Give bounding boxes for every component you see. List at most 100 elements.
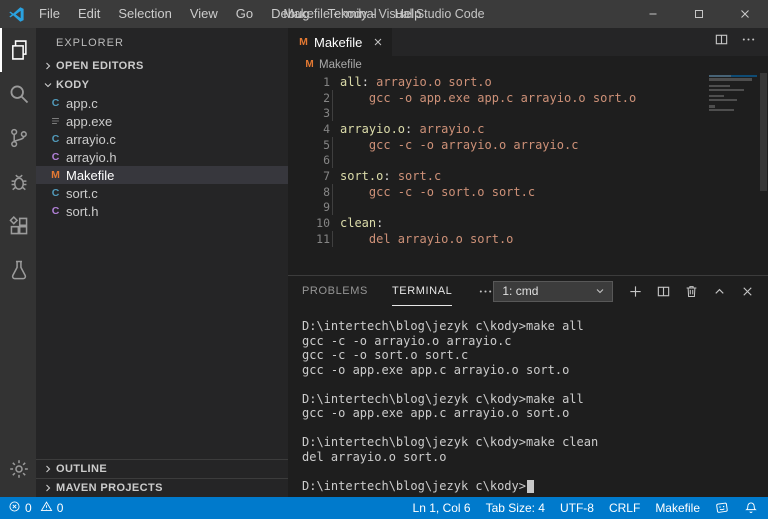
terminal-line: D:\intertech\blog\jezyk c\kody>make all bbox=[302, 391, 584, 406]
code-line[interactable]: 7 sort.o: sort.c bbox=[288, 168, 768, 184]
window-controls bbox=[630, 0, 768, 28]
split-terminal-button[interactable] bbox=[656, 284, 671, 299]
breadcrumb[interactable]: M Makefile bbox=[288, 56, 768, 73]
file-item-sort.c[interactable]: Csort.c bbox=[36, 184, 288, 202]
status-encoding[interactable]: UTF-8 bbox=[560, 501, 594, 515]
minimap[interactable] bbox=[709, 75, 757, 112]
file-item-app.exe[interactable]: app.exe bbox=[36, 112, 288, 130]
menu-view[interactable]: View bbox=[181, 0, 227, 28]
chevron-right-icon bbox=[40, 461, 56, 477]
terminal-line: D:\intertech\blog\jezyk c\kody>make clea… bbox=[302, 435, 599, 449]
status-feedback[interactable] bbox=[715, 501, 729, 515]
makefile-icon: M bbox=[51, 169, 60, 181]
code-line[interactable]: 6 bbox=[288, 152, 768, 168]
status-bar: 0 0 Ln 1, Col 6 Tab Size: 4 UTF-8 CRLF Makef… bbox=[0, 497, 768, 519]
terminal-selector-dropdown[interactable]: 1: cmd bbox=[493, 280, 613, 302]
panel-more-icon[interactable] bbox=[478, 284, 493, 299]
chevron-right-icon bbox=[40, 480, 56, 496]
panel-tab-problems[interactable]: PROBLEMS bbox=[302, 276, 368, 306]
code-text: sort.o: sort.c bbox=[340, 168, 442, 183]
open-editors-section[interactable]: OPEN EDITORS bbox=[36, 56, 288, 75]
split-editor-icon[interactable] bbox=[714, 32, 729, 52]
maximize-panel-button[interactable] bbox=[712, 284, 727, 299]
code-line[interactable]: 4 arrayio.o: arrayio.c bbox=[288, 121, 768, 137]
file-item-Makefile[interactable]: M Makefile bbox=[36, 166, 288, 184]
panel-actions bbox=[613, 284, 768, 299]
title-bar: File Edit Selection View Go Debug Terminal Help… bbox=[0, 0, 768, 28]
minimap-bar bbox=[709, 105, 716, 108]
file-item-sort.h[interactable]: Csort.h bbox=[36, 202, 288, 220]
file-label: sort.c bbox=[66, 185, 98, 201]
menu-file[interactable]: File bbox=[30, 0, 69, 28]
file-item-app.c[interactable]: Capp.c bbox=[36, 94, 288, 112]
status-language-mode[interactable]: Makefile bbox=[655, 501, 700, 515]
error-icon bbox=[8, 500, 21, 516]
file-label: Makefile bbox=[66, 167, 115, 183]
file-item-arrayio.h[interactable]: Carrayio.h bbox=[36, 148, 288, 166]
section-maven-projects[interactable]: MAVEN PROJECTS bbox=[36, 478, 288, 497]
status-cursor-position[interactable]: Ln 1, Col 6 bbox=[413, 501, 471, 515]
code-line[interactable]: 11 del arrayio.o sort.o bbox=[288, 230, 768, 247]
code-text: gcc -c -o sort.o sort.c bbox=[340, 184, 536, 199]
file-label: arrayio.h bbox=[66, 149, 117, 165]
menu-selection[interactable]: Selection bbox=[109, 0, 180, 28]
minimap-line bbox=[709, 75, 757, 78]
terminal-line: gcc -o app.exe app.c arrayio.o sort.o bbox=[302, 362, 570, 377]
terminal-line: gcc -o app.exe app.c arrayio.o sort.o bbox=[302, 406, 570, 420]
minimap-line bbox=[709, 78, 757, 81]
tab-close-icon[interactable] bbox=[372, 36, 384, 48]
status-tab-size[interactable]: Tab Size: 4 bbox=[486, 501, 545, 515]
minimize-button[interactable] bbox=[630, 0, 676, 28]
status-eol[interactable]: CRLF bbox=[609, 501, 640, 515]
gear-icon bbox=[8, 458, 30, 480]
code-text: gcc -o app.exe app.c arrayio.o sort.o bbox=[340, 90, 637, 105]
new-terminal-button[interactable] bbox=[628, 284, 643, 299]
terminal-cursor bbox=[526, 479, 534, 493]
code-line[interactable]: 8 gcc -c -o sort.o sort.c bbox=[288, 183, 768, 200]
activity-manage[interactable] bbox=[0, 447, 36, 491]
vscode-logo-icon bbox=[8, 6, 25, 23]
file-item-arrayio.c[interactable]: Carrayio.c bbox=[36, 130, 288, 148]
maximize-button[interactable] bbox=[676, 0, 722, 28]
activity-source-control[interactable] bbox=[0, 116, 36, 160]
test-flask-icon bbox=[8, 259, 30, 281]
menu-go[interactable]: Go bbox=[227, 0, 262, 28]
status-notifications[interactable] bbox=[744, 501, 758, 515]
tab-label: Makefile bbox=[314, 34, 363, 50]
folder-section-kody[interactable]: KODY bbox=[36, 75, 288, 94]
tab-makefile[interactable]: M Makefile bbox=[288, 28, 393, 56]
code-text: clean: bbox=[340, 216, 384, 231]
activity-extensions[interactable] bbox=[0, 204, 36, 248]
code-line[interactable]: 2 gcc -o app.exe app.c arrayio.o sort.o bbox=[288, 89, 768, 106]
activity-debug[interactable] bbox=[0, 160, 36, 204]
panel-tab-terminal[interactable]: TERMINAL bbox=[391, 276, 453, 306]
terminal-line: gcc -c -o arrayio.o arrayio.c bbox=[302, 333, 512, 348]
code-line[interactable]: 3 bbox=[288, 105, 768, 121]
minimap-bar bbox=[709, 88, 744, 91]
line-number: 5 bbox=[323, 137, 330, 152]
activity-test[interactable] bbox=[0, 248, 36, 292]
activity-search[interactable] bbox=[0, 72, 36, 116]
chevron-down-icon bbox=[594, 285, 606, 297]
close-window-button[interactable] bbox=[722, 0, 768, 28]
terminal-output[interactable]: D:\intertech\blog\jezyk c\kody>make all g… bbox=[288, 306, 768, 497]
activity-explorer[interactable] bbox=[0, 28, 36, 72]
minimap-bar bbox=[709, 75, 732, 78]
code-line[interactable]: 10 clean: bbox=[288, 215, 768, 231]
menu-edit[interactable]: Edit bbox=[69, 0, 109, 28]
warning-icon bbox=[40, 500, 53, 516]
close-panel-button[interactable] bbox=[740, 284, 755, 299]
code-line[interactable]: 9 bbox=[288, 199, 768, 216]
terminal-line: gcc -c -o sort.o sort.c bbox=[302, 348, 469, 362]
editor-scrollbar[interactable] bbox=[760, 73, 767, 191]
vscode-window: File Edit Selection View Go Debug Terminal Help… bbox=[0, 0, 768, 519]
more-actions-icon[interactable] bbox=[741, 32, 756, 52]
code-editor[interactable]: 1 all: arrayio.o sort.o 2 gcc -o app.exe a… bbox=[288, 73, 768, 275]
problems-status[interactable]: 0 0 bbox=[8, 500, 63, 516]
code-line[interactable]: 5 gcc -c -o arrayio.o arrayio.c bbox=[288, 136, 768, 153]
section-outline[interactable]: OUTLINE bbox=[36, 459, 288, 478]
minimap-bar bbox=[709, 85, 730, 88]
line-number: 9 bbox=[323, 200, 330, 215]
code-line[interactable]: 1 all: arrayio.o sort.o bbox=[288, 74, 768, 90]
kill-terminal-button[interactable] bbox=[684, 284, 699, 299]
